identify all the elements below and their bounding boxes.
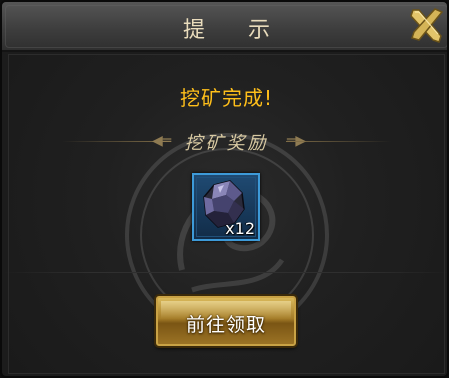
reward-section-title: 挖矿奖励: [184, 133, 269, 154]
completion-message: 挖矿完成!: [179, 86, 274, 110]
reward-item-slot[interactable]: x12: [192, 173, 260, 241]
reward-dialog: 提 示 挖矿完成! ◀═ 挖矿奖励 ═▶ x12 前往领取: [0, 0, 449, 378]
title-bar: 提 示: [2, 2, 447, 52]
close-button[interactable]: [405, 4, 447, 46]
bottom-divider: [2, 272, 447, 273]
close-icon: [410, 8, 444, 43]
reward-section-header: ◀═ 挖矿奖励 ═▶: [2, 128, 447, 154]
divider-line-right: [286, 141, 391, 142]
dialog-title: 提 示: [183, 18, 288, 43]
reward-quantity: x12: [225, 219, 255, 238]
claim-reward-button-label: 前往领取: [185, 314, 266, 336]
claim-reward-button[interactable]: 前往领取: [156, 296, 296, 346]
